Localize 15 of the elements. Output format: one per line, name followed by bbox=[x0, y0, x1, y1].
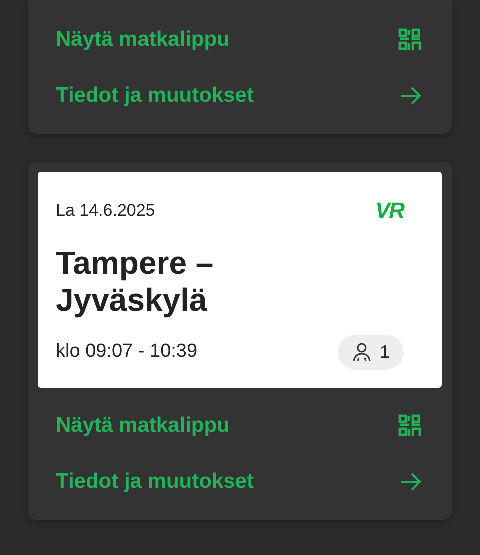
ticket-card[interactable]: La 14.6.2025 VR Tampere – Jyväskylä klo 09:07 - 10:39 1 bbox=[38, 172, 442, 388]
arrow-right-icon bbox=[400, 472, 422, 491]
qr-code-icon bbox=[398, 414, 422, 438]
travel-time: klo 09:07 - 10:39 bbox=[56, 340, 198, 364]
action-link[interactable]: Näytä matkalippu bbox=[28, 398, 452, 454]
arrow-right-icon bbox=[400, 87, 422, 105]
logo: VR bbox=[375, 197, 404, 225]
passenger-count: 1 bbox=[338, 334, 404, 370]
action-link[interactable]: Tiedot ja muutokset bbox=[28, 68, 452, 124]
travel-date: La 14.6.2025 bbox=[56, 200, 156, 222]
action-link[interactable]: Tiedot ja muutokset bbox=[28, 454, 452, 510]
route-title: Tampere – Jyväskylä bbox=[56, 245, 215, 319]
person-icon bbox=[352, 342, 372, 362]
qr-code-icon bbox=[398, 28, 422, 52]
action-link[interactable]: Näytä matkalippu bbox=[28, 12, 452, 68]
